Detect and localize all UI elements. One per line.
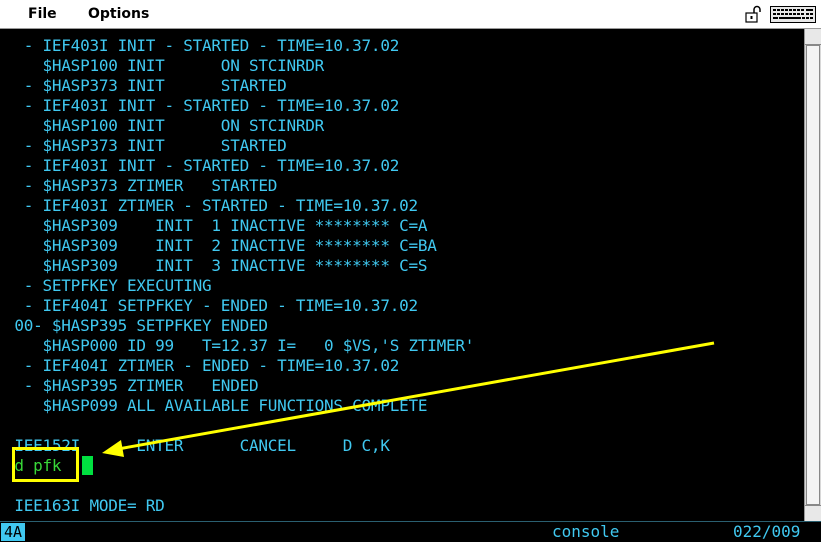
terminal-line: $HASP309 INIT 1 INACTIVE ******** C=A (5, 216, 428, 235)
mode-line: IEE163I MODE= RD (5, 496, 165, 515)
menu-file[interactable]: File (28, 6, 57, 22)
terminal-line: $HASP100 INIT ON STCINRDR (5, 56, 325, 75)
input-highlight-box (12, 447, 79, 482)
vertical-scrollbar[interactable] (804, 29, 821, 521)
terminal-line: - $HASP373 ZTIMER STARTED (5, 176, 278, 195)
terminal-line: - $HASP395 ZTIMER ENDED (5, 376, 259, 395)
scroll-down-button[interactable] (805, 505, 821, 521)
text-cursor (82, 456, 93, 475)
terminal-line: $HASP000 ID 99 T=12.37 I= 0 $VS,'S ZTIME… (5, 336, 475, 355)
terminal-line: $HASP099 ALL AVAILABLE FUNCTIONS COMPLET… (5, 396, 428, 415)
keyboard-icon[interactable] (770, 6, 816, 23)
terminal-line: $HASP309 INIT 3 INACTIVE ******** C=S (5, 256, 428, 275)
menu-options[interactable]: Options (88, 6, 149, 22)
terminal-line: $HASP100 INIT ON STCINRDR (5, 116, 325, 135)
terminal-line: - IEF403I INIT - STARTED - TIME=10.37.02 (5, 36, 400, 55)
terminal-line: - $HASP373 INIT STARTED (5, 136, 287, 155)
terminal-line: - IEF404I SETPFKEY - ENDED - TIME=10.37.… (5, 296, 418, 315)
terminal-line: - IEF404I ZTIMER - ENDED - TIME=10.37.02 (5, 356, 400, 375)
status-bar: 4A console 022/009 (0, 521, 821, 542)
terminal-line: - IEF403I ZTIMER - STARTED - TIME=10.37.… (5, 196, 418, 215)
menu-bar: File Options (0, 0, 821, 29)
oia-indicator: 4A (1, 523, 26, 541)
terminal-screen[interactable]: - IEF403I INIT - STARTED - TIME=10.37.02… (0, 29, 804, 521)
scroll-thumb[interactable] (806, 45, 820, 505)
scroll-up-button[interactable] (805, 29, 821, 45)
terminal-line: $HASP309 INIT 2 INACTIVE ******** C=BA (5, 236, 437, 255)
lock-icon[interactable] (745, 5, 763, 23)
terminal-line: - SETPFKEY EXECUTING (5, 276, 212, 295)
session-name: console (552, 522, 620, 541)
terminal-line: - IEF403I INIT - STARTED - TIME=10.37.02 (5, 96, 400, 115)
cursor-position: 022/009 (733, 522, 801, 541)
terminal-line: - IEF403I INIT - STARTED - TIME=10.37.02 (5, 156, 400, 175)
terminal-line: - $HASP373 INIT STARTED (5, 76, 287, 95)
terminal-line: 00- $HASP395 SETPFKEY ENDED (5, 316, 268, 335)
